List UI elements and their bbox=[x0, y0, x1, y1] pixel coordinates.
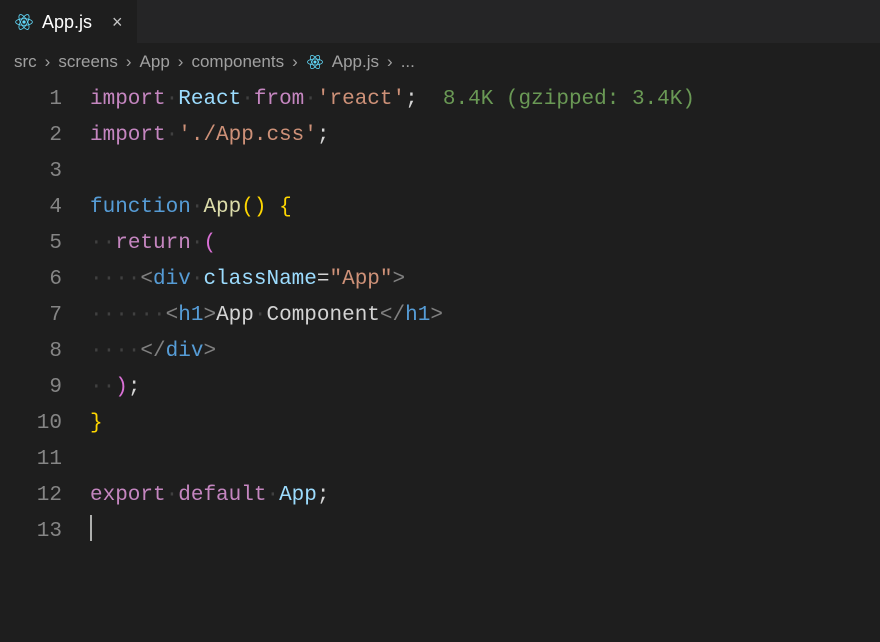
breadcrumb-item[interactable]: components bbox=[191, 52, 284, 72]
chevron-right-icon: › bbox=[45, 52, 51, 72]
breadcrumb: src › screens › App › components › App.j… bbox=[0, 44, 880, 80]
line-number: 12 bbox=[0, 478, 62, 514]
line-number: 5 bbox=[0, 226, 62, 262]
close-icon[interactable]: × bbox=[112, 12, 123, 33]
breadcrumb-item[interactable]: ... bbox=[401, 52, 415, 72]
code-line: ··return·( bbox=[90, 226, 880, 262]
code-line bbox=[90, 442, 880, 478]
import-size-hint: 8.4K (gzipped: 3.4K) bbox=[418, 88, 695, 111]
react-icon bbox=[306, 53, 324, 71]
line-number: 4 bbox=[0, 190, 62, 226]
line-number: 11 bbox=[0, 442, 62, 478]
code-area[interactable]: import·React·from·'react'; 8.4K (gzipped… bbox=[90, 82, 880, 550]
line-number: 3 bbox=[0, 154, 62, 190]
code-line: ····<div·className="App"> bbox=[90, 262, 880, 298]
line-number: 6 bbox=[0, 262, 62, 298]
line-number: 8 bbox=[0, 334, 62, 370]
gutter: 1 2 3 4 5 6 7 8 9 10 11 12 13 bbox=[0, 82, 90, 550]
code-line: ······<h1>App·Component</h1> bbox=[90, 298, 880, 334]
breadcrumb-item[interactable]: App.js bbox=[332, 52, 379, 72]
code-line: import·'./App.css'; bbox=[90, 118, 880, 154]
chevron-right-icon: › bbox=[126, 52, 132, 72]
tab-filename: App.js bbox=[42, 12, 92, 33]
breadcrumb-item[interactable]: screens bbox=[58, 52, 118, 72]
line-number: 7 bbox=[0, 298, 62, 334]
line-number: 13 bbox=[0, 514, 62, 550]
code-line: export·default·App; bbox=[90, 478, 880, 514]
breadcrumb-item[interactable]: src bbox=[14, 52, 37, 72]
text-cursor bbox=[90, 515, 92, 541]
chevron-right-icon: › bbox=[178, 52, 184, 72]
code-line: ····</div> bbox=[90, 334, 880, 370]
code-line: function·App() { bbox=[90, 190, 880, 226]
tab-app-js[interactable]: App.js × bbox=[0, 0, 137, 44]
code-line bbox=[90, 514, 880, 550]
line-number: 2 bbox=[0, 118, 62, 154]
tab-bar: App.js × bbox=[0, 0, 880, 44]
line-number: 10 bbox=[0, 406, 62, 442]
line-number: 9 bbox=[0, 370, 62, 406]
code-editor[interactable]: 1 2 3 4 5 6 7 8 9 10 11 12 13 import·Rea… bbox=[0, 80, 880, 550]
react-icon bbox=[14, 12, 34, 32]
code-line: import·React·from·'react'; 8.4K (gzipped… bbox=[90, 82, 880, 118]
code-line: } bbox=[90, 406, 880, 442]
code-line bbox=[90, 154, 880, 190]
chevron-right-icon: › bbox=[292, 52, 298, 72]
chevron-right-icon: › bbox=[387, 52, 393, 72]
line-number: 1 bbox=[0, 82, 62, 118]
code-line: ··); bbox=[90, 370, 880, 406]
breadcrumb-item[interactable]: App bbox=[140, 52, 170, 72]
